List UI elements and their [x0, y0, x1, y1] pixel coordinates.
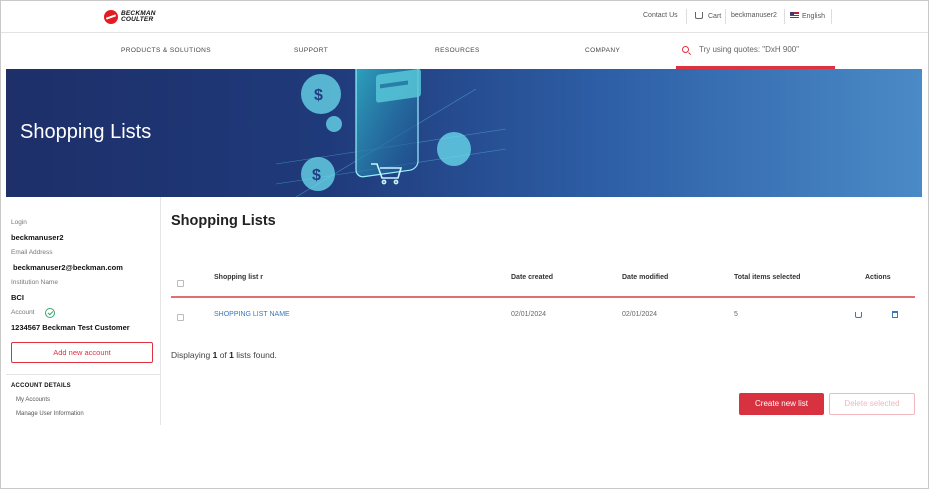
search-input[interactable]: Try using quotes: "DxH 900"	[676, 33, 835, 69]
beckman-coulter-logo[interactable]: BECKMAN COULTER	[104, 10, 156, 24]
column-header-name[interactable]: Shopping list r	[214, 274, 263, 281]
divider	[725, 9, 726, 24]
nav-products-solutions[interactable]: PRODUCTS & SOLUTIONS	[121, 47, 211, 54]
utility-bar: BECKMAN COULTER Contact Us Cart beckmanu…	[1, 1, 928, 33]
row-checkbox[interactable]	[177, 314, 184, 321]
total-items-cell: 5	[734, 311, 738, 318]
column-header-date-modified[interactable]: Date modified	[622, 274, 668, 281]
logo-icon	[104, 10, 118, 24]
select-all-checkbox[interactable]	[177, 280, 184, 287]
my-accounts-link[interactable]: My Accounts	[16, 397, 50, 403]
shopping-list-name-link[interactable]: SHOPPING LIST NAME	[214, 311, 290, 318]
create-new-list-button[interactable]: Create new list	[739, 393, 824, 415]
column-header-actions: Actions	[865, 274, 891, 281]
hero-illustration: $$	[276, 69, 506, 197]
search-icon	[682, 46, 689, 53]
institution-value: BCI	[11, 293, 24, 302]
verified-check-icon	[45, 308, 55, 318]
nav-support[interactable]: SUPPORT	[294, 47, 328, 54]
delete-selected-button[interactable]: Delete selected	[829, 393, 915, 415]
page-frame: BECKMAN COULTER Contact Us Cart beckmanu…	[0, 0, 929, 489]
us-flag-icon	[790, 12, 799, 18]
login-label: Login	[11, 219, 27, 226]
account-value: 1234567 Beckman Test Customer	[11, 323, 130, 332]
divider	[831, 9, 832, 24]
language-selector[interactable]: English	[790, 12, 825, 20]
hero-title: Shopping Lists	[20, 121, 152, 143]
svg-text:$: $	[314, 87, 323, 104]
login-value: beckmanuser2	[11, 233, 64, 242]
cart-icon	[695, 12, 703, 19]
date-created-cell: 02/01/2024	[511, 311, 547, 318]
add-to-cart-icon[interactable]	[855, 312, 862, 318]
table-row: SHOPPING LIST NAME 02/01/2024 02/01/2024…	[171, 299, 915, 333]
table-header-divider	[171, 296, 915, 298]
nav-company[interactable]: COMPANY	[585, 47, 620, 54]
divider	[686, 9, 687, 24]
logo-wordmark: BECKMAN COULTER	[121, 9, 156, 23]
date-modified-cell: 02/01/2024	[622, 311, 658, 318]
column-header-date-created[interactable]: Date created	[511, 274, 553, 281]
nav-resources[interactable]: RESOURCES	[435, 47, 480, 54]
account-details-heading: ACCOUNT DETAILS	[11, 383, 71, 389]
user-menu[interactable]: beckmanuser2	[731, 12, 777, 19]
results-count: Displaying 1 of 1 lists found.	[171, 350, 277, 360]
hero-banner: $ $ Shopping Lists	[6, 69, 922, 197]
delete-icon[interactable]	[892, 311, 898, 318]
page-title: Shopping Lists	[171, 213, 276, 229]
email-value: beckmanuser2@beckman.com	[13, 263, 123, 272]
contact-us-link[interactable]: Contact Us	[643, 12, 678, 19]
institution-label: Institution Name	[11, 279, 58, 286]
cart-link[interactable]: Cart	[695, 12, 721, 20]
divider	[784, 9, 785, 24]
email-label: Email Address	[11, 249, 53, 256]
account-label: Account	[11, 309, 35, 316]
manage-user-information-link[interactable]: Manage User Information	[16, 411, 84, 417]
svg-text:$: $	[312, 167, 321, 184]
account-sidebar: Login beckmanuser2 Email Address beckman…	[6, 197, 161, 425]
search-placeholder: Try using quotes: "DxH 900"	[699, 45, 800, 54]
column-header-total-items[interactable]: Total items selected	[734, 274, 800, 281]
add-new-account-button[interactable]: Add new account	[11, 342, 153, 363]
divider	[6, 374, 161, 375]
